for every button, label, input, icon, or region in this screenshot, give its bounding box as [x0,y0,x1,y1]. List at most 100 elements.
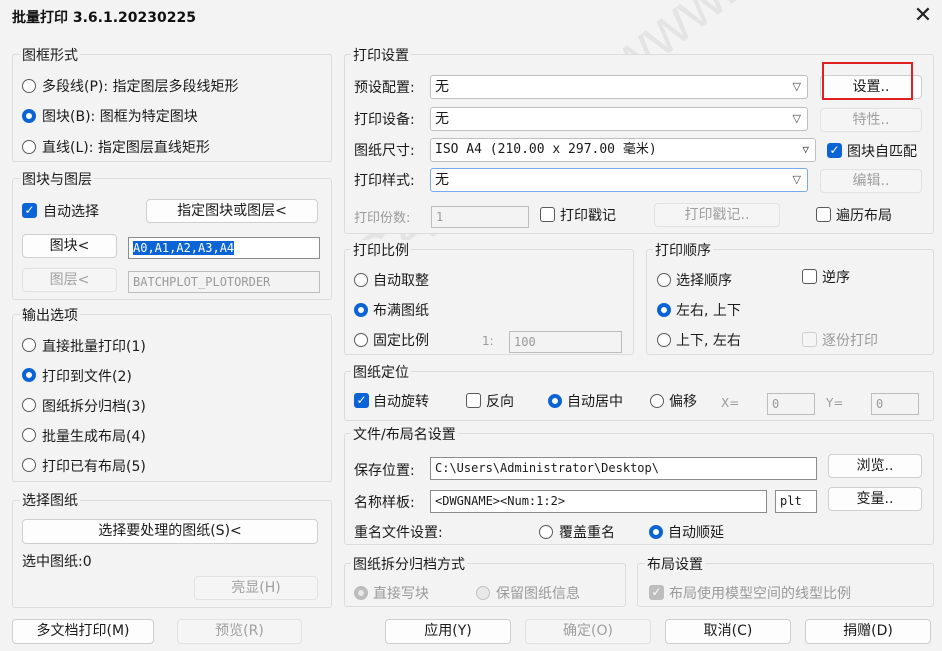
specify-block-layer-button[interactable]: 指定图块或图层< [146,199,318,223]
preset-value: 无 [435,79,449,95]
auto-center-radio[interactable] [548,394,562,408]
output-existing-layout-label: 打印已有布局(5) [42,459,146,475]
output-to-file-radio[interactable] [22,368,36,382]
chevron-down-icon: ▽ [802,143,809,156]
ratio-prefix: 1: [482,334,494,348]
scale-fit-label: 布满图纸 [373,303,429,319]
auto-increment-radio[interactable] [649,525,663,539]
copies-input[interactable]: 1 [431,206,529,228]
overwrite-radio[interactable] [539,525,553,539]
frame-line-label: 直线(L): 指定图层直线矩形 [42,140,210,156]
auto-match-checkbox[interactable]: ✓ [827,143,842,158]
keep-info-label: 保留图纸信息 [496,586,580,602]
scale-fixed-radio[interactable] [354,333,368,347]
offset-label: 偏移 [669,394,697,410]
reverse-label: 反向 [486,394,514,410]
model-ltscale-checkbox[interactable]: ✓ [649,585,664,600]
block-names-value: A0,A1,A2,A3,A4 [133,241,235,255]
output-gen-layout-label: 批量生成布局(4) [42,429,146,445]
name-template-input[interactable]: <DWGNAME><Num:1:2> [430,490,767,513]
y-label: Y= [826,396,844,410]
output-split-archive-label: 图纸拆分归档(3) [42,399,146,415]
x-label: X= [721,396,740,410]
paper-size-select[interactable]: ISO A4 (210.00 x 297.00 毫米) ▽ [430,138,816,162]
copies-label: 打印份数: [354,211,411,226]
order-selection-radio[interactable] [657,273,671,287]
block-names-input[interactable]: A0,A1,A2,A3,A4 [128,237,320,259]
traverse-layout-label: 遍历布局 [836,208,892,224]
order-lr-td-label: 左右, 上下 [676,303,741,319]
edit-style-button[interactable]: 编辑.. [820,169,922,193]
scale-fit-radio[interactable] [354,303,368,317]
order-td-lr-radio[interactable] [657,333,671,347]
stamp-checkbox[interactable] [540,207,555,222]
multi-doc-print-button[interactable]: 多文档打印(M) [12,619,154,644]
extension-input[interactable]: plt [775,490,817,513]
ok-button[interactable]: 确定(O) [525,619,651,644]
frame-block-radio[interactable] [22,109,36,123]
scale-auto-round-radio[interactable] [354,273,368,287]
select-sheets-title: 选择图纸 [20,490,80,510]
filename-title: 文件/布局名设置 [351,424,458,444]
window-title: 批量打印 3.6.1.20230225 [12,10,196,26]
auto-rotate-label: 自动旋转 [373,394,429,410]
highlight-button[interactable]: 亮显(H) [194,576,318,600]
device-select[interactable]: 无 ▽ [430,107,808,131]
output-gen-layout-radio[interactable] [22,428,36,442]
frame-line-radio[interactable] [22,140,36,154]
save-location-input[interactable]: C:\Users\Administrator\Desktop\ [430,457,817,480]
output-to-file-label: 打印到文件(2) [42,369,132,385]
order-td-lr-label: 上下, 左右 [676,333,741,349]
offset-radio[interactable] [650,394,664,408]
model-ltscale-label: 布局使用模型空间的线型比例 [669,586,851,602]
positioning-title: 图纸定位 [351,362,411,382]
output-direct-print-radio[interactable] [22,338,36,352]
copy-print-checkbox[interactable] [802,332,817,347]
stamp-settings-button[interactable]: 打印戳记.. [654,203,780,227]
output-existing-layout-radio[interactable] [22,458,36,472]
reverse-order-checkbox[interactable] [802,269,817,284]
auto-rotate-checkbox[interactable]: ✓ [354,393,369,408]
variable-button[interactable]: 变量.. [828,487,922,511]
positioning-group [344,371,934,421]
properties-button[interactable]: 特性.. [820,108,922,132]
preview-button[interactable]: 预览(R) [177,619,302,644]
auto-match-label: 图块自匹配 [847,144,917,160]
block-pick-button[interactable]: 图块< [22,234,117,258]
close-icon[interactable]: ✕ [911,4,935,28]
overwrite-label: 覆盖重名 [559,525,615,541]
direct-write-radio[interactable] [354,586,368,600]
frame-polyline-radio[interactable] [22,79,36,93]
output-direct-print-label: 直接批量打印(1) [42,339,146,355]
y-offset-input[interactable]: 0 [871,393,919,415]
apply-button[interactable]: 应用(Y) [385,619,511,644]
donate-button[interactable]: 捐赠(D) [805,619,931,644]
reverse-checkbox[interactable] [466,393,481,408]
keep-info-radio[interactable] [476,586,490,600]
selected-count: 选中图纸:0 [22,554,92,570]
traverse-layout-checkbox[interactable] [816,207,831,222]
ratio-input[interactable]: 100 [509,331,622,353]
chevron-down-icon: ▽ [792,112,801,125]
plot-style-label: 打印样式: [354,173,415,189]
browse-button[interactable]: 浏览.. [828,454,922,478]
select-sheets-button[interactable]: 选择要处理的图纸(S)< [22,519,318,544]
cancel-button[interactable]: 取消(C) [665,619,791,644]
order-selection-label: 选择顺序 [676,273,732,289]
reverse-order-label: 逆序 [822,270,850,286]
preset-select[interactable]: 无 ▽ [430,75,808,99]
print-settings-title: 打印设置 [351,45,411,65]
plot-style-select[interactable]: 无 ▽ [430,168,808,192]
block-layer-title: 图块与图层 [20,169,94,189]
preset-label: 预设配置: [354,80,415,96]
frame-block-label: 图块(B): 图框为特定图块 [42,109,198,125]
x-offset-input[interactable]: 0 [767,393,815,415]
layer-name-input[interactable]: BATCHPLOT_PLOTORDER [128,271,320,293]
paper-size-value: ISO A4 (210.00 x 297.00 毫米) [435,142,657,157]
layer-pick-button[interactable]: 图层< [22,268,117,292]
device-value: 无 [435,111,449,127]
output-split-archive-radio[interactable] [22,398,36,412]
auto-select-label: 自动选择 [43,204,99,220]
auto-select-checkbox[interactable]: ✓ [22,203,37,218]
order-lr-td-radio[interactable] [657,303,671,317]
